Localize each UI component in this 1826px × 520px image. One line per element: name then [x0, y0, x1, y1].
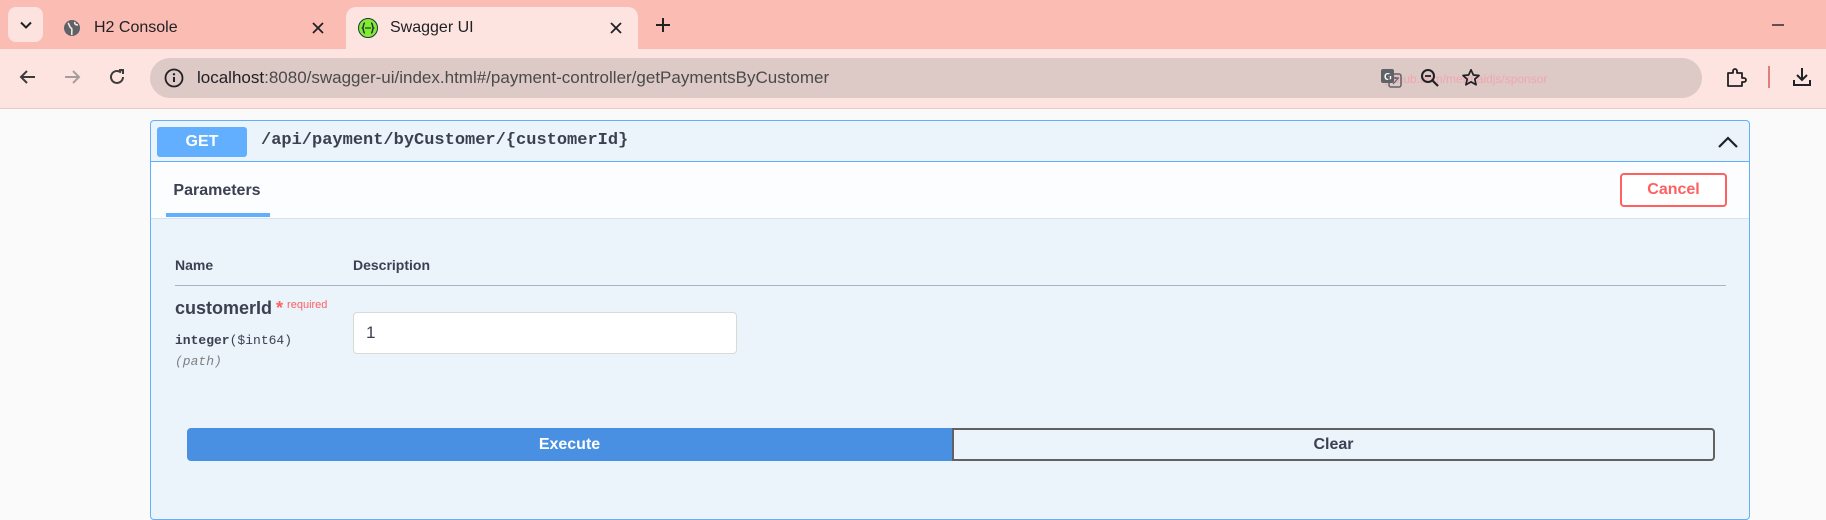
- arrow-right-icon: [65, 70, 81, 84]
- minimize-window-button[interactable]: [1765, 12, 1791, 38]
- plus-icon: [656, 18, 670, 32]
- browser-tab-strip: H2 Console Swagger UI: [0, 0, 1826, 49]
- required-star: *: [276, 298, 284, 318]
- extensions-button[interactable]: [1720, 61, 1752, 93]
- browser-toolbar: localhost:8080/swagger-ui/index.html#/pa…: [0, 49, 1826, 109]
- reload-button[interactable]: [101, 61, 133, 93]
- parameter-name: customerId * required: [175, 298, 327, 319]
- back-button[interactable]: [12, 61, 44, 93]
- cancel-button[interactable]: Cancel: [1620, 173, 1727, 207]
- column-header-name: Name: [175, 257, 214, 273]
- tab-search-button[interactable]: [8, 7, 43, 42]
- close-tab-icon[interactable]: [304, 14, 332, 42]
- customer-id-input[interactable]: 1: [353, 312, 737, 354]
- downloads-button[interactable]: [1786, 61, 1818, 93]
- globe-icon: [62, 18, 82, 38]
- tab-parameters[interactable]: Parameters: [166, 162, 268, 219]
- zoom-out-icon[interactable]: [1417, 65, 1443, 91]
- url-host: localhost: [197, 68, 265, 87]
- parameter-type-text: integer: [175, 333, 230, 348]
- puzzle-icon: [1727, 68, 1747, 87]
- url-text[interactable]: localhost:8080/swagger-ui/index.html#/pa…: [197, 68, 829, 88]
- swagger-page: GET /api/payment/byCustomer/{customerId}…: [0, 110, 1826, 520]
- operation-summary[interactable]: GET /api/payment/byCustomer/{customerId}: [151, 121, 1749, 162]
- toolbar-separator: [1768, 66, 1770, 88]
- execute-button[interactable]: Execute: [187, 428, 952, 461]
- parameter-location: (path): [175, 354, 222, 369]
- minimize-icon: [1772, 24, 1784, 26]
- swagger-icon: [358, 18, 378, 38]
- tab-title: H2 Console: [94, 19, 178, 36]
- column-header-description: Description: [353, 257, 431, 273]
- http-method-badge: GET: [157, 127, 247, 157]
- operation-path: /api/payment/byCustomer/{customerId}: [261, 131, 629, 150]
- bookmark-star-icon[interactable]: [1458, 65, 1484, 91]
- forward-button[interactable]: [56, 61, 88, 93]
- clear-button[interactable]: Clear: [952, 428, 1715, 461]
- close-tab-icon[interactable]: [602, 14, 630, 42]
- table-header-divider: [175, 285, 1726, 286]
- parameter-name-text: customerId: [175, 298, 273, 318]
- url-path: :8080/swagger-ui/index.html#/payment-con…: [264, 68, 830, 87]
- chevron-up-icon[interactable]: [1715, 129, 1741, 155]
- download-icon: [1793, 68, 1811, 86]
- translate-icon[interactable]: G: [1378, 65, 1404, 91]
- tab-h2-console[interactable]: H2 Console: [50, 7, 340, 49]
- tab-swagger-ui[interactable]: Swagger UI: [346, 7, 638, 49]
- required-label: required: [287, 299, 328, 311]
- arrow-left-icon: [19, 70, 35, 84]
- parameter-format: ($int64): [229, 333, 293, 348]
- tab-title: Swagger UI: [390, 19, 474, 36]
- tab-active-indicator: [166, 213, 270, 217]
- parameters-header: Parameters Cancel: [151, 162, 1749, 219]
- new-tab-button[interactable]: [650, 12, 676, 38]
- chevron-down-icon: [19, 21, 32, 29]
- parameter-type: integer($int64): [175, 333, 292, 348]
- reload-icon: [110, 69, 124, 84]
- site-info-icon[interactable]: [162, 66, 186, 90]
- address-bar[interactable]: localhost:8080/swagger-ui/index.html#/pa…: [150, 58, 1702, 98]
- operation-block-get: GET /api/payment/byCustomer/{customerId}…: [150, 120, 1750, 520]
